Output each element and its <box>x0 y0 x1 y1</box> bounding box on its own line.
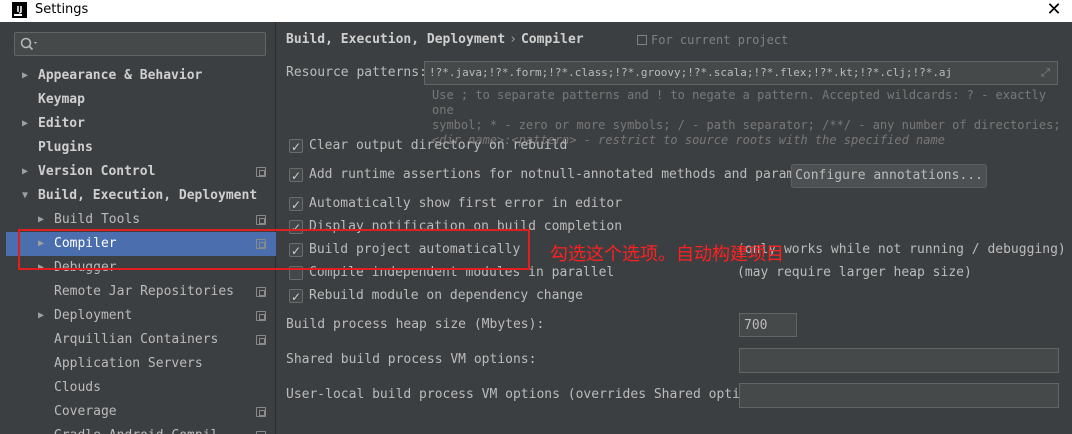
runtime-assertions-label: Add runtime assertions for notnull-annot… <box>309 167 834 182</box>
sidebar-item-clouds[interactable]: Clouds <box>6 376 276 400</box>
settings-sidebar: ▶ Appearance & Behavior Keymap ▶ Editor Plugi… <box>6 22 276 434</box>
for-current-project-label: For current project <box>651 33 789 47</box>
breadcrumb-separator: › <box>509 32 517 47</box>
configure-annotations-button[interactable]: Configure annotations... <box>791 164 987 188</box>
breadcrumb: Build, Execution, Deployment › Compiler <box>286 32 584 47</box>
clear-output-checkbox[interactable] <box>289 137 303 157</box>
sidebar-item-remote-jar-repositories[interactable]: Remote Jar Repositories <box>6 280 276 304</box>
runtime-assertions-checkbox[interactable] <box>289 166 303 186</box>
hint-line: Use ; to separate patterns and ! to nega… <box>432 88 1047 117</box>
chevron-right-icon[interactable]: ▶ <box>38 232 44 256</box>
breadcrumb-parent: Build, Execution, Deployment <box>286 32 506 47</box>
project-scope-icon <box>256 335 266 345</box>
search-icon <box>20 37 37 51</box>
sidebar-item-label: Build, Execution, Deployment <box>38 188 258 203</box>
for-current-project-note: For current project <box>637 33 788 47</box>
sidebar-item-appearance-behavior[interactable]: ▶ Appearance & Behavior <box>6 64 276 88</box>
expand-icon[interactable]: ⤢ <box>1041 67 1053 79</box>
clear-output-label: Clear output directory on rebuild <box>309 138 568 153</box>
rebuild-on-dependency-checkbox[interactable] <box>289 287 303 307</box>
sidebar-item-version-control[interactable]: ▶ Version Control <box>6 160 276 184</box>
sidebar-item-plugins[interactable]: Plugins <box>6 136 276 160</box>
sidebar-item-deployment[interactable]: ▶ Deployment <box>6 304 276 328</box>
title-bar: IJ Settings ✕ <box>0 0 1072 22</box>
show-first-error-checkbox[interactable] <box>289 195 303 215</box>
chevron-right-icon[interactable]: ▶ <box>38 304 44 328</box>
sidebar-item-label: Plugins <box>38 140 93 155</box>
settings-search-box[interactable] <box>14 32 266 56</box>
sidebar-item-label: Keymap <box>38 92 85 107</box>
chevron-right-icon[interactable]: ▶ <box>38 208 44 232</box>
sidebar-item-arquillian-containers[interactable]: Arquillian Containers <box>6 328 276 352</box>
sidebar-item-label: Gradle-Android Compil <box>54 424 218 434</box>
project-scope-icon <box>256 311 266 321</box>
sidebar-item-label: Editor <box>38 116 85 131</box>
sidebar-item-label: Application Servers <box>54 356 203 371</box>
project-scope-icon <box>256 407 266 417</box>
close-button[interactable]: ✕ <box>1044 0 1064 20</box>
compile-parallel-label: Compile independent modules in parallel <box>309 265 615 280</box>
project-scope-icon <box>256 215 266 225</box>
window-title: Settings <box>35 2 89 17</box>
sidebar-item-label: Version Control <box>38 164 156 179</box>
annotation-text: 勾选这个选项。自动构建项目 <box>550 244 784 265</box>
sidebar-item-label: Compiler <box>54 236 117 251</box>
project-scope-icon <box>637 35 647 45</box>
chevron-right-icon[interactable]: ▶ <box>22 160 28 184</box>
build-automatically-label: Build project automatically <box>309 242 521 257</box>
sidebar-item-compiler[interactable]: ▶ Compiler <box>6 232 276 256</box>
sidebar-item-build-execution-deployment[interactable]: ▼ Build, Execution, Deployment <box>6 184 276 208</box>
shared-vm-options-label: Shared build process VM options: <box>286 352 537 367</box>
app-logo-icon: IJ <box>12 2 27 18</box>
resource-patterns-input[interactable]: !?*.java;!?*.form;!?*.class;!?*.groovy;!… <box>424 61 1058 85</box>
settings-search-input[interactable] <box>41 35 261 53</box>
show-first-error-label: Automatically show first error in editor <box>309 196 623 211</box>
compile-parallel-checkbox[interactable] <box>289 266 303 280</box>
sidebar-item-keymap[interactable]: Keymap <box>6 88 276 112</box>
build-automatically-note: (only works while not running / debuggin… <box>737 242 1066 257</box>
project-scope-icon <box>256 167 266 177</box>
rebuild-on-dependency-label: Rebuild module on dependency change <box>309 288 583 303</box>
hint-line: symbol; * - zero or more symbols; / - pa… <box>432 118 1061 132</box>
sidebar-item-build-tools[interactable]: ▶ Build Tools <box>6 208 276 232</box>
sidebar-item-label: Arquillian Containers <box>54 332 219 347</box>
sidebar-item-debugger[interactable]: ▶ Debugger <box>6 256 276 280</box>
display-notification-checkbox[interactable] <box>289 218 303 238</box>
user-vm-options-label: User-local build process VM options (ove… <box>286 387 780 402</box>
sidebar-item-label: Coverage <box>54 404 117 419</box>
sidebar-item-editor[interactable]: ▶ Editor <box>6 112 276 136</box>
project-scope-icon <box>256 239 266 249</box>
chevron-right-icon[interactable]: ▶ <box>22 112 28 136</box>
sidebar-item-label: Clouds <box>54 380 101 395</box>
compile-parallel-note: (may require larger heap size) <box>737 265 972 280</box>
sidebar-item-label: Appearance & Behavior <box>38 68 203 83</box>
sidebar-item-label: Build Tools <box>54 212 141 227</box>
project-scope-icon <box>256 287 266 297</box>
resource-patterns-value: !?*.java;!?*.form;!?*.class;!?*.groovy;!… <box>429 66 953 79</box>
sidebar-item-gradle-android-compil[interactable]: Gradle-Android Compil <box>6 424 276 434</box>
chevron-right-icon[interactable]: ▶ <box>22 64 28 88</box>
sidebar-item-application-servers[interactable]: Application Servers <box>6 352 276 376</box>
build-automatically-checkbox[interactable] <box>289 241 303 261</box>
chevron-right-icon[interactable]: ▶ <box>38 256 44 280</box>
chevron-down-icon[interactable]: ▼ <box>22 184 28 208</box>
compiler-settings-panel: Build, Execution, Deployment › Compiler Fo… <box>277 22 1072 434</box>
sidebar-item-label: Deployment <box>54 308 133 323</box>
display-notification-label: Display notification on build completion <box>309 219 623 234</box>
sidebar-item-label: Remote Jar Repositories <box>54 284 235 299</box>
shared-vm-options-input[interactable] <box>739 348 1059 373</box>
user-vm-options-input[interactable] <box>739 383 1059 408</box>
breadcrumb-current: Compiler <box>520 32 584 47</box>
resource-patterns-label: Resource patterns: <box>286 65 427 80</box>
heap-size-input[interactable] <box>739 313 797 337</box>
sidebar-item-coverage[interactable]: Coverage <box>6 400 276 424</box>
sidebar-item-label: Debugger <box>54 260 117 275</box>
heap-size-label: Build process heap size (Mbytes): <box>286 317 545 332</box>
